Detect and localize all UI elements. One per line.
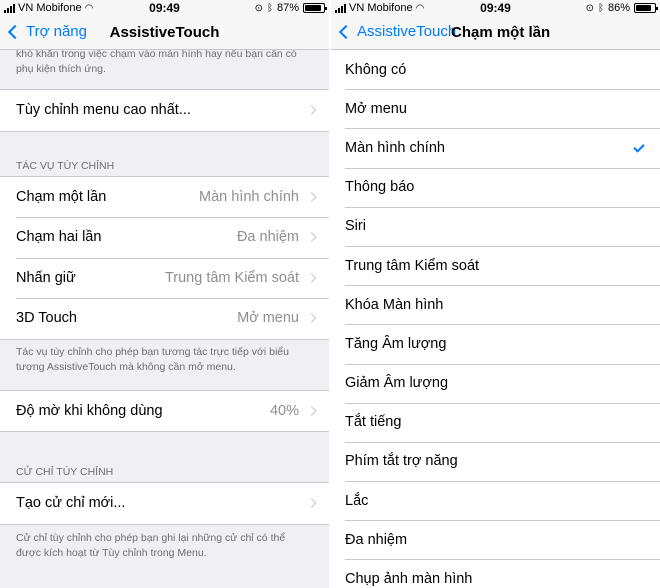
option-row[interactable]: Mở menu	[331, 89, 660, 129]
single-tap-row[interactable]: Chạm một lần Màn hình chính	[0, 177, 329, 218]
option-label: Mở menu	[345, 100, 407, 117]
chevron-left-icon	[338, 24, 354, 39]
option-label: Tăng Âm lượng	[345, 335, 447, 352]
idle-opacity-row[interactable]: Độ mờ khi không dùng 40%	[0, 391, 329, 432]
option-label: Khóa Màn hình	[345, 296, 444, 313]
option-row[interactable]: Khóa Màn hình	[331, 285, 660, 325]
row-label: Độ mờ khi không dùng	[16, 402, 163, 419]
top-footnote: khó khăn trong việc chạm vào màn hình ha…	[16, 50, 297, 75]
chevron-right-icon	[306, 313, 317, 324]
row-label: Tạo cử chỉ mới...	[16, 495, 126, 512]
bluetooth-icon: ᛒ	[597, 2, 604, 14]
option-label: Trung tâm Kiểm soát	[345, 257, 480, 274]
page-title: Chạm một lần	[451, 24, 551, 41]
chevron-right-icon	[306, 232, 317, 243]
option-label: Tắt tiếng	[345, 414, 402, 431]
option-row[interactable]: Lắc	[331, 481, 660, 521]
checkmark-icon	[633, 141, 645, 154]
customize-menu-group: Tùy chỉnh menu cao nhất...	[0, 89, 329, 132]
customize-top-menu-row[interactable]: Tùy chỉnh menu cao nhất...	[0, 90, 329, 131]
bluetooth-icon: ᛒ	[266, 2, 273, 14]
row-label: Chạm một lần	[16, 188, 107, 205]
option-label: Không có	[345, 61, 407, 78]
option-row[interactable]: Màn hình chính	[331, 128, 660, 168]
chevron-right-icon	[306, 405, 317, 416]
row-label: Tùy chỉnh menu cao nhất...	[16, 102, 191, 119]
option-row[interactable]: Đa nhiệm	[331, 520, 660, 560]
row-label: 3D Touch	[16, 310, 77, 327]
page-title: AssistiveTouch	[109, 24, 220, 41]
option-label: Thông báo	[345, 179, 415, 196]
back-button[interactable]: AssistiveTouch	[337, 23, 456, 40]
option-row[interactable]: Không có	[331, 50, 660, 90]
option-label: Phím tắt trợ năng	[345, 453, 458, 470]
settings-content[interactable]: khó khăn trong việc chạm vào màn hình ha…	[0, 50, 329, 588]
row-value: Màn hình chính	[199, 188, 299, 205]
option-row[interactable]: Trung tâm Kiểm soát	[331, 245, 660, 286]
3d-touch-row[interactable]: 3D Touch Mở menu	[0, 298, 329, 339]
status-right: ⊙ ᛒ 87%	[254, 2, 327, 14]
option-label: Chụp ảnh màn hình	[345, 571, 473, 588]
row-label: Nhấn giữ	[16, 269, 76, 286]
row-value: Trung tâm Kiểm soát	[164, 269, 299, 286]
option-row[interactable]: Chụp ảnh màn hình	[331, 559, 660, 588]
option-label: Màn hình chính	[345, 139, 445, 156]
chevron-right-icon	[306, 272, 317, 283]
battery-icon	[303, 3, 327, 13]
battery-percent: 86%	[607, 2, 630, 14]
action-options-list[interactable]: Không có Mở menu Màn hình chính Thông báo Si…	[331, 50, 660, 588]
navigation-bar: AssistiveTouch Chạm một lần	[331, 16, 660, 50]
idle-opacity-group: Độ mờ khi không dùng 40%	[0, 389, 329, 432]
status-bar: VN Mobifone ◠ 09:49 ⊙ ᛒ 86%	[331, 0, 660, 16]
option-label: Siri	[345, 218, 366, 235]
option-row[interactable]: Phím tắt trợ năng	[331, 441, 660, 482]
row-value: Mở menu	[237, 310, 299, 327]
option-row[interactable]: Tăng Âm lượng	[331, 324, 660, 364]
long-press-row[interactable]: Nhấn giữ Trung tâm Kiểm soát	[0, 257, 329, 299]
option-row[interactable]: Giảm Âm lượng	[331, 363, 660, 403]
battery-icon	[634, 3, 658, 13]
row-value: 40%	[269, 402, 299, 419]
battery-percent: 87%	[276, 2, 299, 14]
row-value: Đa nhiệm	[236, 229, 299, 246]
chevron-right-icon	[306, 498, 317, 509]
option-row[interactable]: Tắt tiếng	[331, 402, 660, 442]
back-label: AssistiveTouch	[357, 23, 457, 40]
section-header-custom-actions: TÁC VỤ TÙY CHỈNH	[16, 159, 115, 172]
option-label: Giảm Âm lượng	[345, 375, 449, 392]
create-new-gesture-row[interactable]: Tạo cử chỉ mới...	[0, 483, 329, 524]
option-row[interactable]: Thông báo	[331, 167, 660, 207]
custom-actions-group: Chạm một lần Màn hình chính Chạm hai lần…	[0, 175, 329, 340]
chevron-right-icon	[306, 191, 317, 202]
custom-actions-footnote: Tác vụ tùy chỉnh cho phép bạn tương tác …	[16, 345, 289, 373]
double-tap-row[interactable]: Chạm hai lần Đa nhiệm	[0, 217, 329, 258]
option-label: Đa nhiệm	[345, 531, 408, 548]
option-row[interactable]: Siri	[331, 206, 660, 246]
navigation-bar: Trợ năng AssistiveTouch	[0, 16, 329, 50]
custom-gestures-group: Tạo cử chỉ mới...	[0, 482, 329, 525]
assistivetouch-settings-screen: VN Mobifone ◠ 09:49 ⊙ ᛒ 87% Trợ năng Ass…	[0, 0, 329, 588]
option-label: Lắc	[345, 492, 369, 509]
status-bar: VN Mobifone ◠ 09:49 ⊙ ᛒ 87%	[0, 0, 329, 16]
custom-gestures-footnote: Cử chỉ tùy chỉnh cho phép bạn ghi lại nh…	[16, 531, 286, 559]
single-tap-screen: VN Mobifone ◠ 09:49 ⊙ ᛒ 86% AssistiveTou…	[331, 0, 660, 588]
orientation-lock-icon: ⊙	[254, 2, 263, 14]
chevron-right-icon	[306, 105, 317, 116]
orientation-lock-icon: ⊙	[585, 2, 594, 14]
status-right: ⊙ ᛒ 86%	[585, 2, 658, 14]
section-header-custom-gestures: CỬ CHỈ TÙY CHỈNH	[16, 466, 114, 478]
row-label: Chạm hai lần	[16, 229, 102, 246]
